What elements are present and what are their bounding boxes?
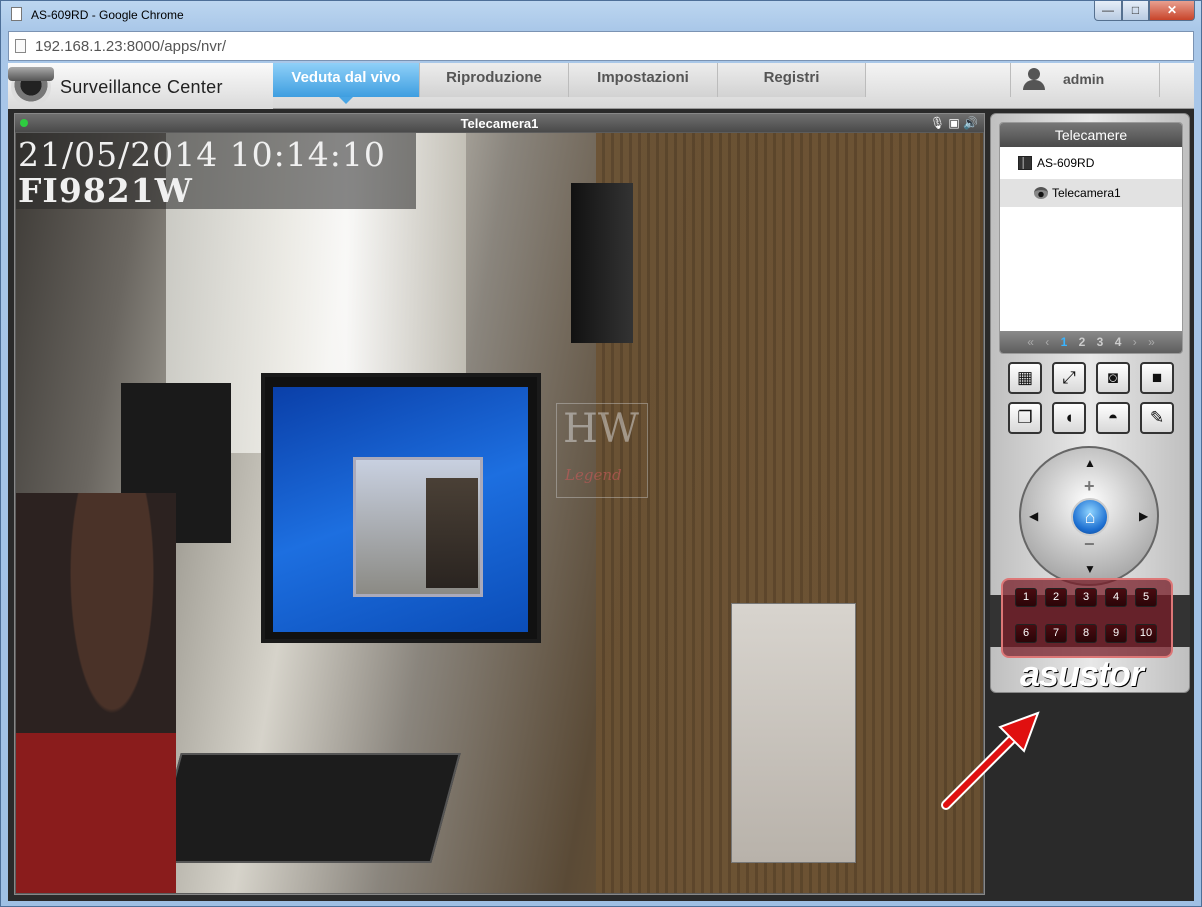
tab-live-view[interactable]: Veduta dal vivo <box>273 63 420 104</box>
tree-item-label: Telecamera1 <box>1052 186 1121 200</box>
pager-page-1[interactable]: 1 <box>1061 335 1068 349</box>
ptz-home-button[interactable]: ⌂ <box>1071 498 1109 536</box>
app-name: Surveillance Center <box>60 77 223 97</box>
preset-4-button[interactable]: 4 <box>1105 588 1127 607</box>
monitor-screen <box>273 387 528 632</box>
fullscreen-button[interactable]: ⤢ <box>1052 362 1086 394</box>
home-icon: ⌂ <box>1084 507 1096 527</box>
settings-wrench-icon: ✎ <box>1149 408 1165 427</box>
live-view-panel: Telecamera1 🎙 ▣ 🔊 21/05/2014 10:14:10 FI… <box>14 113 985 895</box>
camera-list-title: Telecamere <box>1000 123 1182 147</box>
camera-pager: « ‹ 1 2 3 4 › » <box>1000 331 1182 353</box>
watermark-bottom: Legend <box>565 466 622 484</box>
preset-2-button[interactable]: 2 <box>1045 588 1067 607</box>
dome-camera-icon: ◓ <box>1107 408 1119 427</box>
snapshot-button[interactable]: ◙ <box>1096 362 1130 394</box>
ptz-left-icon[interactable]: ◀ <box>1029 509 1038 523</box>
screen-preview-window <box>353 457 483 597</box>
tab-logs[interactable]: Registri <box>718 63 866 97</box>
snapshot-icon: ◙ <box>1107 368 1119 387</box>
preset-6-button[interactable]: 6 <box>1015 624 1037 643</box>
osd-datetime: 21/05/2014 10:14:10 <box>18 135 386 174</box>
brand-area: Surveillance Center <box>8 63 273 109</box>
video-osd: 21/05/2014 10:14:10 FI9821W <box>16 133 416 210</box>
minimize-button[interactable]: — <box>1094 1 1122 21</box>
address-bar[interactable]: 192.168.1.23:8000/apps/nvr/ <box>8 31 1194 61</box>
multi-copy-button[interactable]: ❐ <box>1008 402 1042 434</box>
person-scene <box>16 493 176 893</box>
nas-icon <box>1018 156 1032 170</box>
camera-video-feed[interactable]: 21/05/2014 10:14:10 FI9821W HW Legend <box>16 133 983 893</box>
record-button[interactable]: ■ <box>1140 362 1174 394</box>
annotation-arrow-icon <box>941 711 1040 810</box>
pager-prev-button[interactable]: ‹ <box>1045 335 1049 349</box>
ptz-up-icon[interactable]: ▲ <box>1084 456 1096 470</box>
preset-8-button[interactable]: 8 <box>1075 624 1097 643</box>
tree-item-label: AS-609RD <box>1037 156 1095 170</box>
audio-button[interactable]: ◖ <box>1052 402 1086 434</box>
preset-10-button[interactable]: 10 <box>1135 624 1157 643</box>
page-icon <box>15 39 26 53</box>
zoom-in-icon[interactable]: + <box>1084 476 1095 497</box>
pager-first-button[interactable]: « <box>1027 335 1034 349</box>
osd-model: FI9821W <box>18 171 193 210</box>
camera-list-panel: Telecamere AS-609RD Telecamera1 « ‹ 1 2 … <box>999 122 1183 354</box>
top-navigation: Surveillance Center Veduta dal vivo Ripr… <box>8 63 1194 109</box>
camera-title: Telecamera1 <box>460 116 539 131</box>
tree-item-nas[interactable]: AS-609RD <box>1000 149 1182 177</box>
audio-icon: ◖ <box>1063 408 1075 427</box>
zoom-out-icon[interactable]: − <box>1084 534 1095 555</box>
record-icon: ■ <box>1151 368 1163 387</box>
preset-7-button[interactable]: 7 <box>1045 624 1067 643</box>
tree-item-camera[interactable]: Telecamera1 <box>1000 179 1182 207</box>
hwlegend-watermark: HW Legend <box>556 403 648 498</box>
pager-page-2[interactable]: 2 <box>1079 335 1086 349</box>
preset-9-button[interactable]: 9 <box>1105 624 1127 643</box>
multi-copy-icon: ❐ <box>1017 408 1033 427</box>
tab-playback[interactable]: Riproduzione <box>420 63 569 97</box>
product-box-scene <box>731 603 856 863</box>
pager-page-3[interactable]: 3 <box>1097 335 1104 349</box>
maximize-button[interactable]: □ <box>1122 1 1149 21</box>
keyboard-scene <box>151 753 461 863</box>
layout-icon: ▦ <box>1016 368 1034 387</box>
preset-buttons-highlight: 1 2 3 4 5 6 7 8 9 10 <box>1001 578 1173 658</box>
pager-last-button[interactable]: » <box>1148 335 1155 349</box>
camera-header-bar: Telecamera1 🎙 ▣ 🔊 <box>15 114 984 132</box>
fullscreen-icon: ⤢ <box>1062 368 1076 387</box>
settings-wrench-button[interactable]: ✎ <box>1140 402 1174 434</box>
preset-1-button[interactable]: 1 <box>1015 588 1037 607</box>
secondary-monitor-scene <box>571 183 633 343</box>
title-bar: AS-609RD - Google Chrome — □ ✕ <box>1 1 1201 29</box>
user-icon <box>1023 68 1045 90</box>
surveillance-app: Surveillance Center Veduta dal vivo Ripr… <box>8 63 1194 901</box>
camera-logo-icon <box>8 67 54 107</box>
pager-page-4[interactable]: 4 <box>1115 335 1122 349</box>
close-button[interactable]: ✕ <box>1149 1 1195 21</box>
tab-settings[interactable]: Impostazioni <box>569 63 718 97</box>
watermark-top: HW <box>563 406 639 452</box>
ptz-control-pad: ▲ ▼ ◀ ▶ + − ⌂ <box>1019 446 1159 586</box>
preset-5-button[interactable]: 5 <box>1135 588 1157 607</box>
layout-button[interactable]: ▦ <box>1008 362 1042 394</box>
asustor-logo: asustor <box>1020 653 1144 694</box>
ptz-right-icon[interactable]: ▶ <box>1139 509 1148 523</box>
window-title: AS-609RD - Google Chrome <box>31 8 184 22</box>
url-text[interactable]: 192.168.1.23:8000/apps/nvr/ <box>35 38 226 55</box>
page-icon <box>11 7 22 21</box>
ptz-down-icon[interactable]: ▼ <box>1084 562 1096 576</box>
screen-preview-content <box>426 478 478 588</box>
monitor-scene <box>261 373 541 643</box>
browser-window: AS-609RD - Google Chrome — □ ✕ 192.168.1… <box>0 0 1202 907</box>
pager-next-button[interactable]: › <box>1133 335 1137 349</box>
preset-3-button[interactable]: 3 <box>1075 588 1097 607</box>
dome-camera-button[interactable]: ◓ <box>1096 402 1130 434</box>
camera-icon <box>1034 187 1048 199</box>
camera-status-icons: 🎙 ▣ 🔊 <box>929 116 978 130</box>
username: admin <box>1063 71 1105 87</box>
user-menu[interactable]: admin <box>1010 63 1160 97</box>
